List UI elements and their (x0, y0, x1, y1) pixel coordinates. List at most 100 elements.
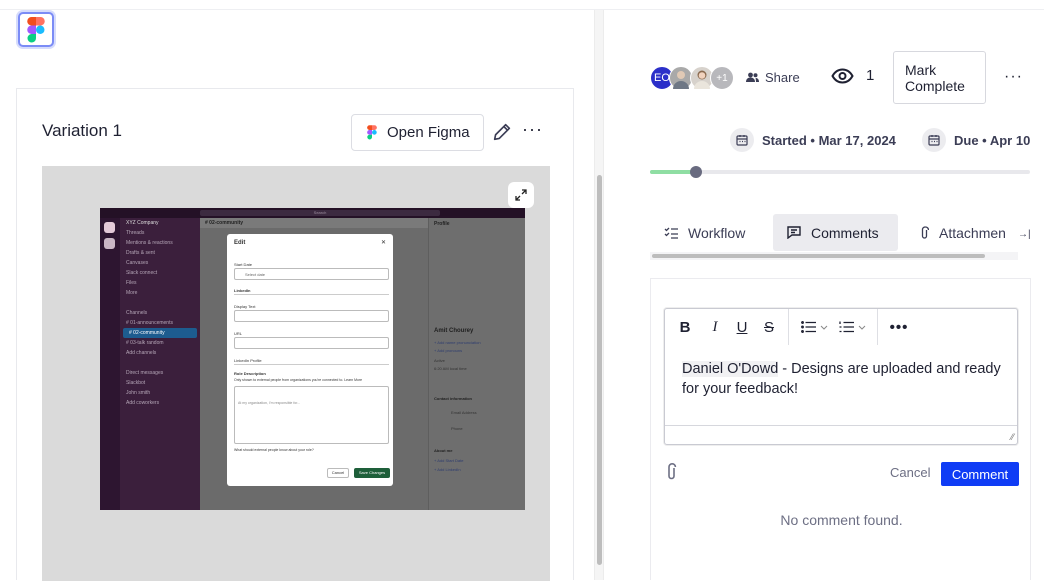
open-figma-button[interactable]: Open Figma (351, 114, 484, 151)
comments-panel: B I U S ••• Daniel O'Dowd - Designs are … (650, 278, 1031, 580)
comment-text[interactable]: Daniel O'Dowd - Designs are uploaded and… (682, 359, 1002, 399)
slack-sidebar-item: Add coworkers (126, 400, 160, 406)
slack-sidebar-item: Threads (126, 230, 145, 236)
chevron-down-icon (858, 325, 865, 330)
resize-handle-icon[interactable]: ⁄⁄ (1011, 432, 1014, 442)
start-date[interactable]: Started • Mar 17, 2024 (730, 128, 896, 152)
slack-profile-email: Email Address (451, 410, 477, 415)
start-date-label: Started • Mar 17, 2024 (762, 132, 896, 148)
slack-search: Search (200, 210, 440, 216)
watchers-count: 1 (866, 67, 875, 84)
slack-sidebar-item: John smith (126, 390, 151, 396)
eye-icon (831, 67, 854, 84)
editor-footer: ⁄⁄ (665, 425, 1017, 444)
vertical-scrollbar-thumb[interactable] (597, 175, 602, 565)
more-options-button[interactable]: ··· (1004, 68, 1023, 86)
variation-card: Variation 1 Open Figma ··· Search XYZ Co… (16, 88, 574, 581)
attach-file-button[interactable] (666, 463, 677, 486)
tab-attachments[interactable]: Attachmen (906, 214, 1021, 251)
modal-save-button: Save Changes (354, 468, 390, 478)
tab-comments[interactable]: Comments (773, 214, 898, 251)
modal-hint: What should external people know about y… (234, 448, 314, 452)
modal-label: Display Text (234, 304, 256, 309)
slack-profile-link: + Add name pronunciation (434, 340, 481, 345)
strikethrough-button[interactable]: S (756, 309, 782, 345)
watchers-button[interactable]: 1 (831, 67, 874, 84)
slack-workspace-name: XYZ Company (126, 220, 159, 226)
bullet-list-button[interactable] (795, 309, 833, 345)
slack-sidebar-item: Canvases (126, 260, 149, 266)
expand-icon (515, 189, 527, 201)
slack-sidebar-item: # 01-announcements (126, 320, 173, 326)
cancel-button[interactable]: Cancel (890, 465, 930, 480)
empty-comments-message: No comment found. (780, 512, 903, 528)
slack-profile-link: + Add LinkedIn (434, 467, 461, 472)
numbered-list-button[interactable] (833, 309, 871, 345)
modal-title: Edit (234, 240, 246, 246)
slack-sidebar-item: Slack connect (126, 270, 158, 276)
slack-profile-section: Contact information (434, 396, 472, 401)
people-icon (746, 72, 759, 82)
tabs-scrollbar-thumb[interactable] (652, 254, 985, 258)
comment-submit-button[interactable]: Comment (941, 462, 1019, 486)
slack-profile-link: + Add Start Date (434, 458, 464, 463)
expand-button[interactable] (508, 182, 534, 208)
slack-sidebar-item: Slackbot (126, 380, 146, 386)
paperclip-icon (921, 225, 929, 239)
bold-button[interactable]: B (668, 309, 702, 345)
toolbar-divider (788, 309, 789, 345)
tab-workflow[interactable]: Workflow (650, 214, 759, 251)
progress-handle[interactable] (689, 166, 702, 178)
slack-sidebar-item (120, 298, 200, 308)
slack-screenshot: Search XYZ Company Threads Mentions & re… (100, 208, 525, 510)
paperclip-icon (668, 463, 677, 480)
progress-bar[interactable] (650, 166, 1030, 178)
scroll-tabs-right-icon[interactable]: →| (1018, 229, 1031, 240)
italic-button[interactable]: I (702, 309, 728, 345)
slack-profile-name: Amit Chourey (434, 328, 474, 334)
comment-icon (787, 226, 801, 239)
share-button[interactable]: Share (746, 70, 800, 85)
slack-sidebar-item: Drafts & sent (126, 250, 155, 256)
due-date-label: Due • Apr 10 (954, 132, 1031, 148)
share-label: Share (765, 70, 800, 85)
tab-label: Attachmen (939, 224, 1006, 241)
figma-logo-icon (27, 16, 45, 42)
slack-profile-section: About me (434, 448, 453, 453)
slack-profile-phone: Phone (451, 426, 463, 431)
more-options-button[interactable]: ··· (522, 119, 543, 140)
numbered-list-icon (838, 321, 854, 333)
slack-sidebar-item-active: # 02-community (123, 328, 197, 338)
calendar-icon (922, 128, 946, 152)
edit-pencil-icon[interactable] (491, 121, 513, 143)
slack-workspace-rail (100, 218, 120, 510)
avatar-overflow-count[interactable]: +1 (710, 66, 734, 90)
modal-hint: Only shown to external people from organ… (234, 378, 363, 382)
slack-sidebar-item: Channels (126, 310, 148, 316)
slack-sidebar-item: Add channels (126, 350, 157, 356)
modal-url-field (234, 337, 389, 349)
underline-button[interactable]: U (728, 309, 756, 345)
comment-editor[interactable]: B I U S ••• Daniel O'Dowd - Designs are … (664, 308, 1018, 445)
slack-edit-modal: Edit ✕ Start Date Select date LinkedIn D… (227, 234, 393, 486)
toolbar-divider (877, 309, 878, 345)
slack-sidebar-item: Direct messages (126, 370, 164, 376)
editor-toolbar: B I U S ••• (665, 309, 1017, 345)
design-preview[interactable]: Search XYZ Company Threads Mentions & re… (42, 166, 550, 581)
modal-display-text-field (234, 310, 389, 322)
open-figma-label: Open Figma (387, 124, 470, 141)
modal-cancel-button: Cancel (327, 468, 349, 478)
slack-sidebar-item: Mentions & reactions (126, 240, 173, 246)
modal-label: Role Description (234, 371, 266, 376)
modal-date-field: Select date (234, 268, 389, 280)
modal-role-field: At my organization, I'm responsible for.… (234, 386, 389, 444)
mark-complete-button[interactable]: Mark Complete (893, 51, 986, 104)
slack-sidebar-item: Files (126, 280, 137, 286)
slack-profile-title: Profile (434, 221, 450, 227)
modal-section: LinkedIn Profile (234, 358, 389, 365)
user-mention[interactable]: Daniel O'Dowd (682, 361, 779, 377)
more-formatting-button[interactable]: ••• (884, 309, 914, 345)
figma-app-badge[interactable] (18, 12, 54, 47)
tab-label: Workflow (688, 224, 746, 241)
due-date[interactable]: Due • Apr 10 (922, 128, 1030, 152)
